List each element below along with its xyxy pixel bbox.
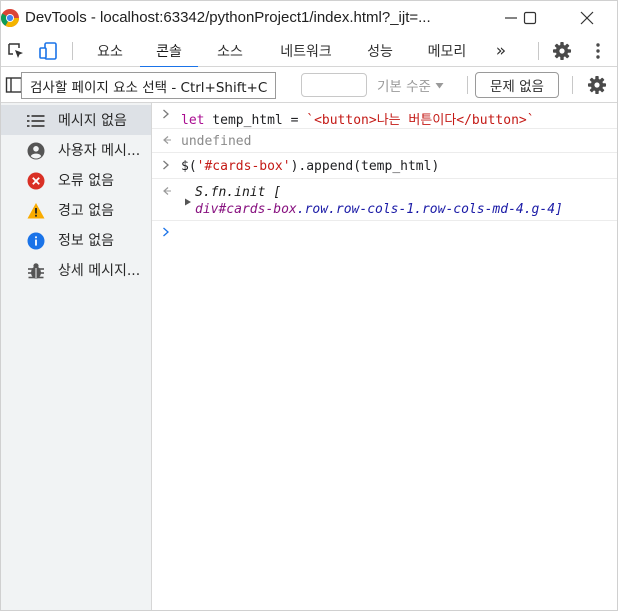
code-text: temp_html =: [204, 113, 307, 128]
sidebar-item-label: 메시지 없음: [58, 113, 127, 129]
tab-console[interactable]: 콘솔: [140, 35, 198, 68]
tab-sources[interactable]: 소스: [204, 35, 256, 67]
console-prompt-line[interactable]: [152, 221, 617, 245]
console-code: $('#cards-box').append(temp_html): [181, 159, 439, 174]
close-icon: [580, 11, 594, 25]
console-input-line: $('#cards-box').append(temp_html): [152, 153, 617, 179]
maximize-button[interactable]: [510, 5, 550, 31]
inspect-cursor-icon: [8, 43, 23, 58]
toolbar-divider: [72, 42, 73, 60]
sidebar-item-label: 정보 없음: [58, 233, 114, 249]
user-icon: [27, 142, 45, 160]
code-string: </button>: [456, 113, 527, 128]
console-toolbar: 검사할 페이지 요소 선택 - Ctrl+Shift+C 기본 수준 문제 없음: [1, 67, 617, 103]
sidebar-item-user-messages[interactable]: 사용자 메시...: [1, 135, 151, 165]
return-arrow-icon: [162, 134, 172, 148]
console-code: let temp_html = `<button>나는 버튼이다</button…: [181, 109, 535, 128]
filter-input[interactable]: [301, 73, 367, 97]
console-result-line: undefined: [152, 129, 617, 153]
sidebar-item-label: 경고 없음: [58, 203, 114, 219]
console-result-line: S.fn.init [ div#cards-box.row.row-cols-1…: [152, 179, 617, 221]
console-object-label[interactable]: S.fn.init [: [195, 185, 281, 200]
device-toolbar-button[interactable]: [38, 41, 58, 61]
toolbar-divider: [572, 76, 573, 94]
chevron-right-icon: [162, 108, 170, 122]
console-result: undefined: [181, 134, 252, 149]
list-icon: [27, 112, 45, 130]
code-text: ).append(temp_html): [290, 159, 440, 174]
toolbar-divider: [538, 42, 539, 60]
sidebar-item-messages[interactable]: 메시지 없음: [1, 105, 151, 135]
panel-tab-bar: 요소 콘솔 소스 네트워크 성능 메모리 »: [1, 35, 617, 68]
tab-performance[interactable]: 성능: [357, 35, 403, 67]
sidebar-item-verbose[interactable]: 상세 메시지...: [1, 255, 151, 285]
console-output[interactable]: let temp_html = `<button>나는 버튼이다</button…: [152, 103, 617, 610]
gear-icon: [553, 42, 571, 60]
device-mode-icon: [39, 42, 57, 60]
code-keyword: let: [181, 113, 205, 128]
sidebar-item-label: 상세 메시지...: [58, 263, 141, 279]
log-levels-dropdown[interactable]: 기본 수준: [377, 75, 444, 95]
code-element-classes: .row.row-cols-1.row-cols-md-4.g-4]: [296, 202, 563, 217]
expand-triangle-icon[interactable]: [184, 195, 192, 209]
caret-down-icon: [435, 82, 444, 88]
code-string: `: [526, 113, 535, 128]
tab-elements[interactable]: 요소: [85, 35, 135, 67]
close-button[interactable]: [567, 5, 607, 31]
code-text: $(: [181, 159, 197, 174]
issues-button[interactable]: 문제 없음: [475, 72, 559, 98]
console-settings-button[interactable]: [587, 75, 607, 95]
return-arrow-icon: [162, 185, 172, 199]
chevron-right-icon: [162, 226, 170, 240]
window-title: DevTools - localhost:63342/pythonProject…: [25, 9, 431, 26]
chrome-logo-icon: [1, 9, 19, 27]
sidebar-item-label: 오류 없음: [58, 173, 114, 189]
gear-icon: [588, 76, 606, 94]
code-string: `: [306, 113, 315, 128]
warning-icon: [27, 202, 45, 220]
code-string: '#cards-box': [196, 159, 291, 174]
toolbar-divider: [467, 76, 468, 94]
console-sidebar: 메시지 없음 사용자 메시... 오류 없음 경고 없음 정보 없음 상세 메시…: [1, 103, 152, 610]
sidebar-item-label: 사용자 메시...: [58, 143, 141, 159]
maximize-icon: [523, 11, 537, 25]
more-tabs-button[interactable]: »: [489, 35, 513, 67]
error-icon: [27, 172, 45, 190]
title-bar: DevTools - localhost:63342/pythonProject…: [1, 1, 617, 35]
inspect-element-button[interactable]: [6, 41, 26, 61]
bug-icon: [27, 262, 45, 280]
sidebar-item-info[interactable]: 정보 없음: [1, 225, 151, 255]
code-element-tag: div#cards-box: [195, 202, 297, 217]
code-string: <button>: [314, 113, 377, 128]
sidebar-item-errors[interactable]: 오류 없음: [1, 165, 151, 195]
log-levels-label: 기본 수준: [377, 79, 431, 95]
chevron-right-icon: [162, 159, 170, 173]
kebab-menu-icon: [596, 43, 600, 59]
inspect-tooltip: 검사할 페이지 요소 선택 - Ctrl+Shift+C: [21, 72, 277, 99]
tab-network[interactable]: 네트워크: [269, 35, 343, 67]
code-string: 나는 버튼이다: [376, 113, 457, 128]
sidebar-item-warnings[interactable]: 경고 없음: [1, 195, 151, 225]
settings-button[interactable]: [552, 41, 572, 61]
tab-memory[interactable]: 메모리: [419, 35, 475, 67]
devtools-window: DevTools - localhost:63342/pythonProject…: [0, 0, 618, 611]
console-input-line: let temp_html = `<button>나는 버튼이다</button…: [152, 103, 617, 129]
info-icon: [27, 232, 45, 250]
customize-menu-button[interactable]: [588, 41, 608, 61]
console-object-detail[interactable]: div#cards-box.row.row-cols-1.row-cols-md…: [195, 202, 563, 217]
